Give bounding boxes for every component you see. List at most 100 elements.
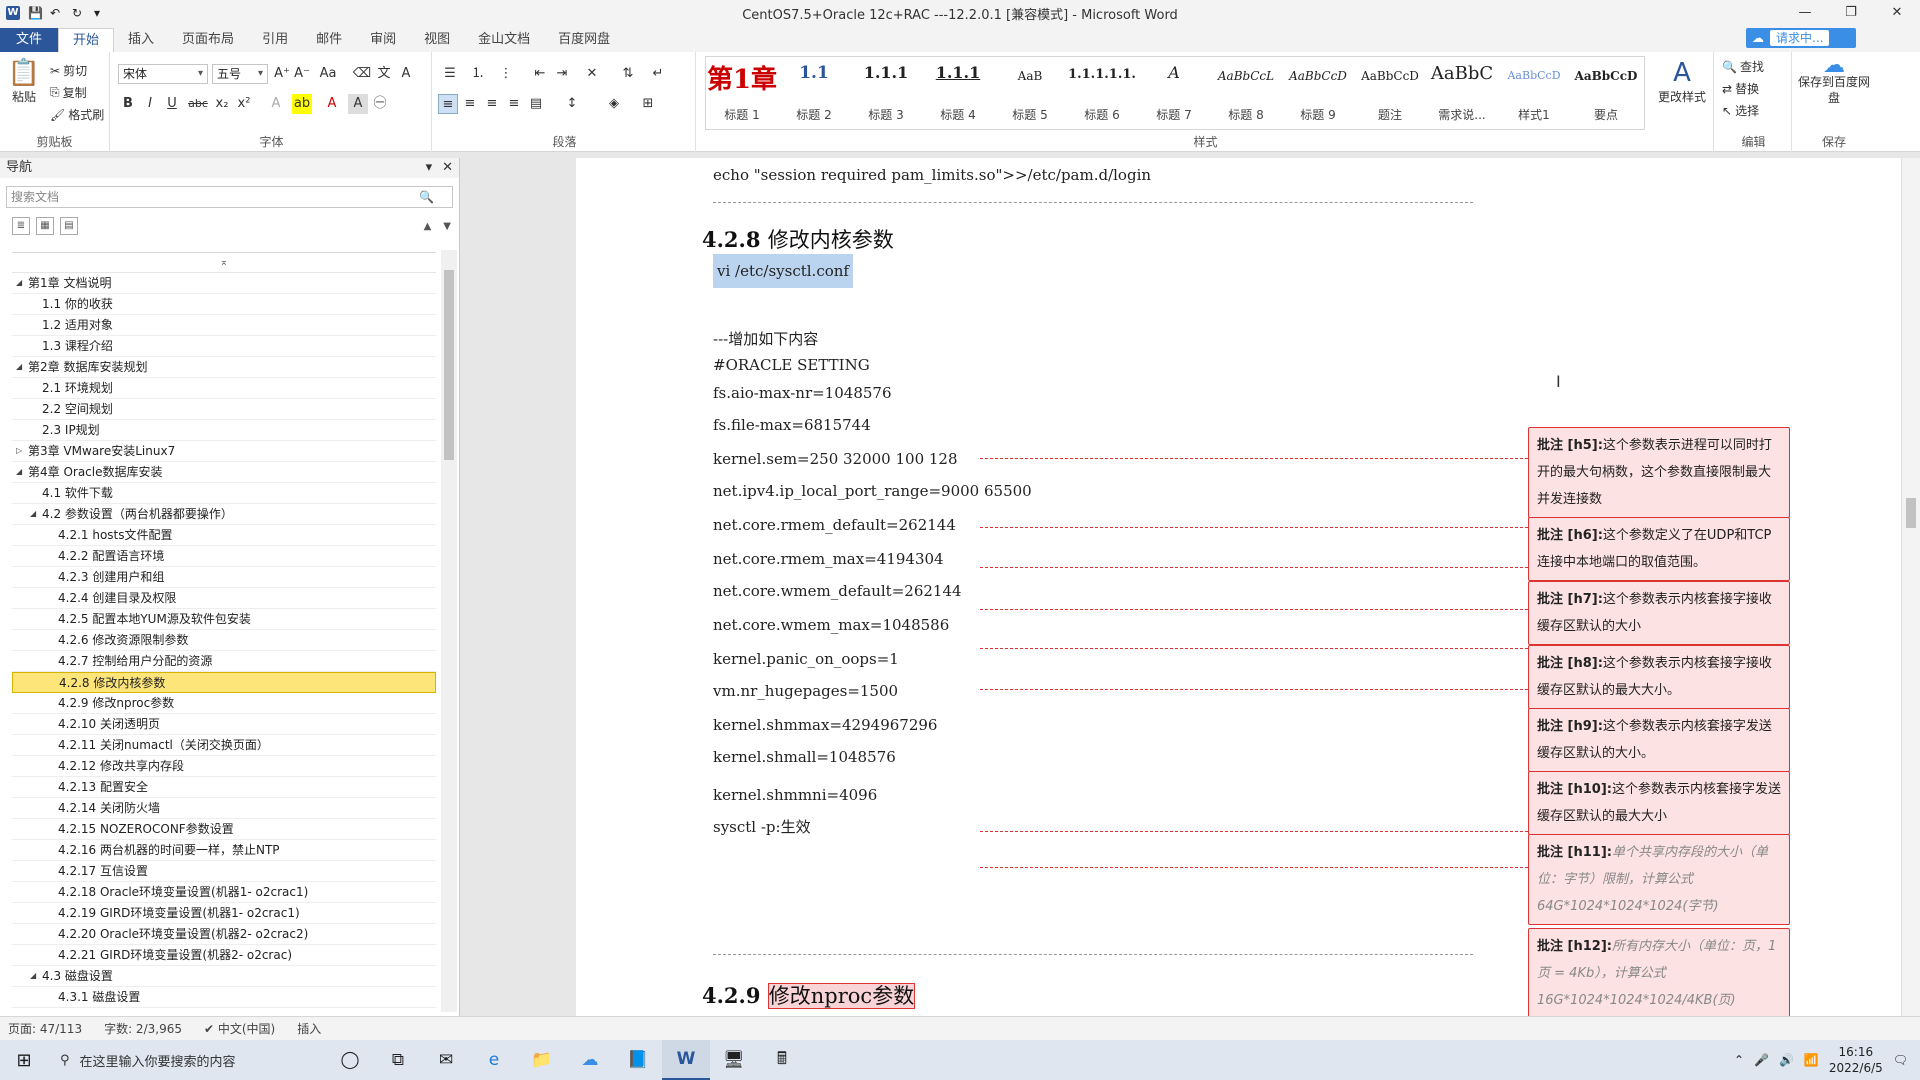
tab-review[interactable]: 审阅	[356, 28, 410, 52]
nav-item[interactable]: 4.2.9 修改nproc参数	[12, 693, 436, 714]
doc-line[interactable]: net.core.rmem_default=262144	[713, 516, 956, 534]
style-heading-6[interactable]: 1.1.1.1.1. 标题 6	[1066, 57, 1138, 129]
tab-page-layout[interactable]: 页面布局	[168, 28, 248, 52]
nav-search-input[interactable]: 搜索文档 🔍	[6, 186, 453, 208]
undo-icon[interactable]: ↶	[50, 6, 64, 20]
strikethrough-icon[interactable]: abc	[188, 94, 208, 114]
file-explorer-icon[interactable]: 📁	[518, 1040, 566, 1080]
nav-item[interactable]: 1.1 你的收获	[12, 294, 436, 315]
document-scroll-thumb[interactable]	[1906, 498, 1916, 528]
tab-view[interactable]: 视图	[410, 28, 464, 52]
customize-toolbar-icon[interactable]: ▾	[94, 6, 108, 20]
nav-item[interactable]: ◢ 第1章 文档说明	[12, 273, 436, 294]
chinese-layout-icon[interactable]: ✕	[582, 64, 602, 84]
italic-icon[interactable]: I	[140, 94, 160, 114]
nav-item[interactable]: 4.2.11 关闭numactl（关闭交换页面）	[12, 735, 436, 756]
style-1[interactable]: AaBbCcD 样式1	[1498, 57, 1570, 129]
nav-item[interactable]: 4.2.6 修改资源限制参数	[12, 630, 436, 651]
task-view-icon[interactable]: ⧉	[374, 1040, 422, 1080]
doc-line[interactable]: ---增加如下内容	[713, 328, 818, 349]
superscript-icon[interactable]: x²	[234, 94, 254, 114]
tab-home[interactable]: 开始	[58, 28, 115, 52]
search-icon[interactable]: 🔍	[419, 187, 434, 207]
sort-icon[interactable]: ⇅	[618, 64, 638, 84]
style-heading-9[interactable]: AaBbCcD 标题 9	[1282, 57, 1354, 129]
nav-item[interactable]: 4.2.16 两台机器的时间要一样，禁止NTP	[12, 840, 436, 861]
doc-line[interactable]: kernel.shmall=1048576	[713, 748, 896, 766]
taskbar-search[interactable]: ⚲ 在这里输入你要搜索的内容	[48, 1040, 326, 1080]
char-border-icon[interactable]: A	[396, 64, 416, 84]
style-heading-1[interactable]: 第1章 标题 1	[706, 57, 778, 129]
tab-baidu-netdisk[interactable]: 百度网盘	[544, 28, 624, 52]
align-left-icon[interactable]: ≡	[438, 94, 458, 114]
word-taskbar-icon[interactable]: W	[662, 1040, 710, 1080]
pages-view-icon[interactable]: ▦	[36, 217, 54, 235]
restore-button[interactable]: ❐	[1828, 0, 1874, 26]
mail-icon[interactable]: ✉	[422, 1040, 470, 1080]
nav-item[interactable]: 4.2.10 关闭透明页	[12, 714, 436, 735]
doc-line[interactable]: sysctl -p:生效	[713, 816, 811, 837]
vm-app-icon[interactable]: 🖥	[710, 1040, 758, 1080]
comment-balloon[interactable]: 批注 [h6]:这个参数定义了在UDP和TCP连接中本地端口的取值范围。	[1528, 517, 1790, 581]
save-to-netdisk-button[interactable]: ☁ 保存到百度网盘	[1798, 55, 1870, 106]
nav-scrollbar[interactable]	[441, 250, 457, 1012]
doc-selected-line[interactable]: vi /etc/sysctl.conf	[713, 254, 853, 288]
doc-line[interactable]: #ORACLE SETTING	[713, 356, 870, 374]
cut-button[interactable]: ✂ 剪切	[50, 62, 87, 79]
format-painter-button[interactable]: 🖌 格式刷	[50, 106, 104, 123]
collapse-icon[interactable]: ◢	[16, 462, 22, 482]
tab-references[interactable]: 引用	[248, 28, 302, 52]
redo-icon[interactable]: ↻	[72, 6, 86, 20]
grow-font-icon[interactable]: A⁺	[272, 64, 292, 84]
next-heading-icon[interactable]: ▼	[443, 221, 451, 232]
char-shading-icon[interactable]: A	[348, 94, 368, 114]
bold-icon[interactable]: B	[118, 94, 138, 114]
nav-options-icon[interactable]: ▾	[426, 158, 433, 178]
font-size-select[interactable]: 五号	[212, 64, 268, 84]
style-heading-7[interactable]: A 标题 7	[1138, 57, 1210, 129]
comment-balloon[interactable]: 批注 [h11]:单个共享内存段的大小（单位：字节）限制，计算公式64G*102…	[1528, 834, 1790, 925]
nav-item[interactable]: 4.2.13 配置安全	[12, 777, 436, 798]
pinyin-icon[interactable]: 文	[374, 64, 394, 84]
doc-line[interactable]: net.core.rmem_max=4194304	[713, 550, 944, 568]
collapse-icon[interactable]: ◢	[30, 504, 36, 524]
language[interactable]: ✔ 中文(中国)	[204, 1020, 275, 1037]
style-heading-2[interactable]: 1.1 标题 2	[778, 57, 850, 129]
results-view-icon[interactable]: ▤	[60, 217, 78, 235]
wifi-icon[interactable]: 📶	[1804, 1053, 1819, 1067]
line-spacing-icon[interactable]: ↕	[562, 94, 582, 114]
nav-item[interactable]: 4.2.1 hosts文件配置	[12, 525, 436, 546]
increase-indent-icon[interactable]: ⇥	[552, 64, 572, 84]
copy-button[interactable]: ⎘ 复制	[50, 84, 87, 101]
bullets-icon[interactable]: ☰	[440, 64, 460, 84]
notification-icon[interactable]: 🗨	[1893, 1053, 1908, 1067]
nav-item[interactable]: 4.2.20 Oracle环境变量设置(机器2- o2crac2)	[12, 924, 436, 945]
doc-line[interactable]: fs.file-max=6815744	[713, 416, 871, 434]
change-case-icon[interactable]: Aa	[318, 64, 338, 84]
comment-balloon[interactable]: 批注 [h12]:所有内存大小（单位：页，1页 = 4Kb），计算公式16G*1…	[1528, 928, 1790, 1019]
heading-4-2-8[interactable]: 4.2.8 修改内核参数	[702, 224, 894, 254]
nav-item[interactable]: 4.2.8 修改内核参数	[12, 672, 436, 693]
nav-item[interactable]: 2.1 环境规划	[12, 378, 436, 399]
nav-item[interactable]: 4.1 软件下载	[12, 483, 436, 504]
highlight-icon[interactable]: ab	[292, 94, 312, 114]
style-key-point[interactable]: AaBbCcD 要点	[1570, 57, 1642, 129]
windows-start-icon[interactable]: ⊞	[0, 1040, 48, 1080]
mic-icon[interactable]: 🎤	[1754, 1053, 1769, 1067]
tab-mailings[interactable]: 邮件	[302, 28, 356, 52]
nav-scroll-thumb[interactable]	[444, 270, 454, 460]
tab-insert[interactable]: 插入	[114, 28, 168, 52]
edge-icon[interactable]: e	[470, 1040, 518, 1080]
clock[interactable]: 16:16 2022/6/5	[1829, 1044, 1883, 1076]
nav-item[interactable]: 4.3.1 磁盘设置	[12, 987, 436, 1008]
minimize-button[interactable]: —	[1782, 0, 1828, 26]
cortana-icon[interactable]: ◯	[326, 1040, 374, 1080]
doc-line[interactable]: kernel.shmmax=4294967296	[713, 716, 937, 734]
collapse-icon[interactable]: ◢	[16, 273, 22, 293]
font-color-icon[interactable]: A	[322, 94, 342, 114]
subscript-icon[interactable]: x₂	[212, 94, 232, 114]
shading-icon[interactable]: ◈	[604, 94, 624, 114]
collapse-all-icon[interactable]: ⌅	[12, 253, 436, 273]
comment-balloon[interactable]: 批注 [h8]:这个参数表示内核套接字接收缓存区默认的最大大小。	[1528, 645, 1790, 709]
style-heading-4[interactable]: 1.1.1 标题 4	[922, 57, 994, 129]
